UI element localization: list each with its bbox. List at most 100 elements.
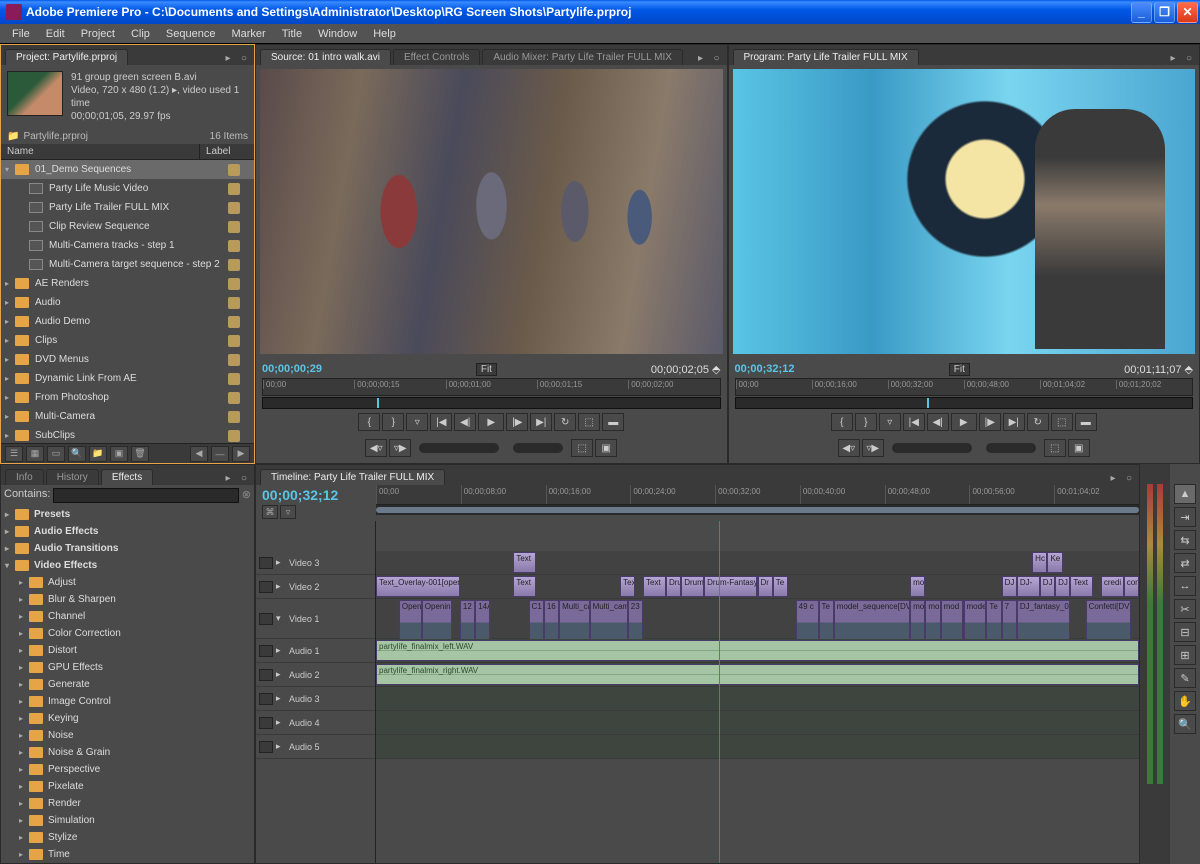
razor-tool[interactable]: ✂ xyxy=(1174,599,1196,619)
timeline-clip[interactable]: credi xyxy=(1101,576,1124,597)
source-ruler[interactable]: 00;0000;00;00;1500;00;01;0000;00;01;1500… xyxy=(262,378,721,396)
menu-help[interactable]: Help xyxy=(365,26,404,42)
goto-out-button[interactable]: ▶| xyxy=(530,413,552,431)
effects-folder[interactable]: ▸Noise & Grain xyxy=(1,744,254,761)
export-frame-button[interactable]: ▣ xyxy=(1068,439,1090,457)
effects-folder[interactable]: ▸Presets xyxy=(1,506,254,523)
program-viewport[interactable] xyxy=(733,69,1196,354)
label-swatch[interactable] xyxy=(228,335,240,347)
source-tab[interactable]: Source: 01 intro walk.avi xyxy=(260,49,391,65)
label-swatch[interactable] xyxy=(228,354,240,366)
hand-tool[interactable]: ✋ xyxy=(1174,691,1196,711)
timeline-clip[interactable]: con xyxy=(1124,576,1139,597)
label-swatch[interactable] xyxy=(228,278,240,290)
folder-up-icon[interactable]: 📁 xyxy=(7,131,19,142)
prev-marker-button[interactable]: ◀▿ xyxy=(365,439,387,457)
step-back-button[interactable]: ◀| xyxy=(927,413,949,431)
label-swatch[interactable] xyxy=(228,164,240,176)
label-swatch[interactable] xyxy=(228,240,240,252)
list-view-button[interactable]: ☰ xyxy=(5,446,23,462)
track-area[interactable]: TextHcKe Text_Overlay-001[open]0TextTexT… xyxy=(376,521,1139,863)
timeline-clip[interactable]: Te xyxy=(773,576,788,597)
source-tab[interactable]: Audio Mixer: Party Life Trailer FULL MIX xyxy=(482,49,683,65)
panel-close-icon[interactable]: ○ xyxy=(1183,53,1195,65)
effects-tab[interactable]: Info xyxy=(5,469,44,485)
marker-button[interactable]: ▿ xyxy=(280,505,296,519)
menu-title[interactable]: Title xyxy=(274,26,310,42)
timeline-clip[interactable]: Text_Overlay-001[open]0 xyxy=(376,576,460,597)
label-swatch[interactable] xyxy=(228,392,240,404)
slide-tool[interactable]: ⊞ xyxy=(1174,645,1196,665)
source-tab[interactable]: Effect Controls xyxy=(393,49,480,65)
mark-in-button[interactable]: { xyxy=(831,413,853,431)
timeline-clip[interactable]: DJ- xyxy=(1017,576,1040,597)
timeline-clip[interactable]: Drum xyxy=(681,576,704,597)
step-fwd-button[interactable]: |▶ xyxy=(979,413,1001,431)
next-marker-button[interactable]: ▿▶ xyxy=(389,439,411,457)
speaker-icon[interactable] xyxy=(259,717,273,729)
timeline-tab[interactable]: Timeline: Party Life Trailer FULL MIX xyxy=(260,469,445,485)
jog-wheel[interactable] xyxy=(513,443,563,453)
track-header-a5[interactable]: ▸Audio 5 xyxy=(256,735,375,759)
column-label[interactable]: Label xyxy=(200,144,254,159)
audio-clip[interactable]: partylife_finalmix_right.WAV xyxy=(376,664,1139,685)
bin-row[interactable]: ▸Clips xyxy=(1,331,254,350)
effects-folder[interactable]: ▸Stylize xyxy=(1,829,254,846)
eye-icon[interactable] xyxy=(259,581,273,593)
label-swatch[interactable] xyxy=(228,221,240,233)
new-bin-button[interactable]: 📁 xyxy=(89,446,107,462)
selection-tool[interactable]: ▲ xyxy=(1174,484,1196,504)
timeline-clip[interactable]: DJ xyxy=(1040,576,1055,597)
effects-folder[interactable]: ▸Perspective xyxy=(1,761,254,778)
bin-row[interactable]: ▸Audio xyxy=(1,293,254,312)
bin-row[interactable]: Party Life Trailer FULL MIX xyxy=(1,198,254,217)
track-header-a2[interactable]: ▸Audio 2 xyxy=(256,663,375,687)
audio-clip[interactable]: partylife_finalmix_left.WAV xyxy=(376,640,1139,661)
effects-folder[interactable]: ▸Color Correction xyxy=(1,625,254,642)
panel-menu-icon[interactable]: ▸ xyxy=(695,53,707,65)
program-tab[interactable]: Program: Party Life Trailer FULL MIX xyxy=(733,49,919,65)
panel-menu-icon[interactable]: ▸ xyxy=(1167,53,1179,65)
close-button[interactable]: ✕ xyxy=(1177,2,1198,23)
overwrite-button[interactable]: ▬ xyxy=(602,413,624,431)
timeline-clip[interactable]: Dru xyxy=(666,576,681,597)
menu-clip[interactable]: Clip xyxy=(123,26,158,42)
timeline-clip[interactable]: DJ xyxy=(1055,576,1070,597)
prev-edit-button[interactable]: ◀▿ xyxy=(838,439,860,457)
panel-close-icon[interactable]: ○ xyxy=(238,53,250,65)
timeline-clip[interactable]: Drum-Fantasy[DV]-01 xyxy=(704,576,757,597)
speaker-icon[interactable] xyxy=(259,645,273,657)
effects-folder[interactable]: ▸Audio Effects xyxy=(1,523,254,540)
find-button[interactable]: 🔍 xyxy=(68,446,86,462)
minimize-button[interactable]: _ xyxy=(1131,2,1152,23)
panel-close-icon[interactable]: ○ xyxy=(1123,473,1135,485)
goto-in-button[interactable]: |◀ xyxy=(903,413,925,431)
lift-button[interactable]: ⬚ xyxy=(1051,413,1073,431)
mark-in-button[interactable]: { xyxy=(358,413,380,431)
slip-tool[interactable]: ⊟ xyxy=(1174,622,1196,642)
program-scrubbar[interactable] xyxy=(735,397,1194,409)
pen-tool[interactable]: ✎ xyxy=(1174,668,1196,688)
step-fwd-button[interactable]: |▶ xyxy=(506,413,528,431)
loop-button[interactable]: ↻ xyxy=(554,413,576,431)
next-edit-button[interactable]: ▿▶ xyxy=(862,439,884,457)
label-swatch[interactable] xyxy=(228,430,240,442)
panel-menu-icon[interactable]: ▸ xyxy=(222,473,234,485)
work-area-bar[interactable] xyxy=(376,505,1139,515)
loop-button[interactable]: ↻ xyxy=(1027,413,1049,431)
extract-button[interactable]: ▬ xyxy=(1075,413,1097,431)
effects-folder[interactable]: ▸Keying xyxy=(1,710,254,727)
track-header-v2[interactable]: ▸Video 2 xyxy=(256,575,375,599)
mark-out-button[interactable]: } xyxy=(382,413,404,431)
delete-button[interactable]: 🗑 xyxy=(131,446,149,462)
label-swatch[interactable] xyxy=(228,411,240,423)
column-name[interactable]: Name xyxy=(1,144,200,159)
timeline-clip[interactable]: Tex xyxy=(620,576,635,597)
trim-button[interactable]: ⬚ xyxy=(1044,439,1066,457)
rolling-edit-tool[interactable]: ⇄ xyxy=(1174,553,1196,573)
bin-row[interactable]: ▾01_Demo Sequences xyxy=(1,160,254,179)
step-back-button[interactable]: ◀| xyxy=(454,413,476,431)
timeline-clip[interactable]: Text xyxy=(513,552,536,573)
menu-edit[interactable]: Edit xyxy=(38,26,73,42)
clear-search-icon[interactable]: ⊗ xyxy=(242,488,251,503)
